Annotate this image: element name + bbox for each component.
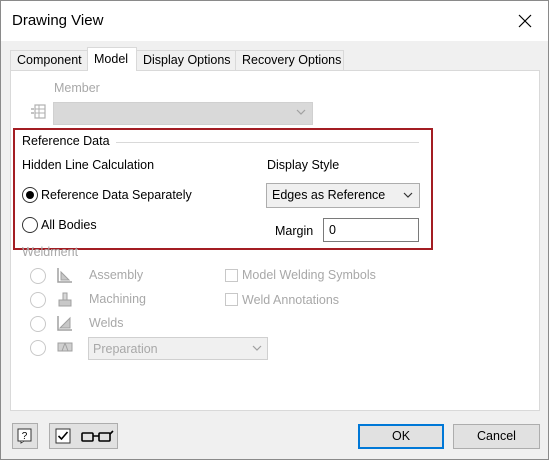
- reference-data-separately-radio[interactable]: [22, 187, 38, 203]
- margin-value: 0: [329, 223, 336, 237]
- preparation-value: Preparation: [93, 342, 158, 356]
- glasses-icon: [81, 430, 114, 442]
- tab-recovery-options[interactable]: Recovery Options: [235, 50, 344, 71]
- member-table-icon: [31, 104, 46, 119]
- chevron-down-icon: [252, 345, 262, 351]
- all-bodies-label[interactable]: All Bodies: [41, 218, 97, 232]
- display-style-select[interactable]: Edges as Reference: [266, 183, 420, 208]
- svg-text:?: ?: [22, 431, 28, 442]
- tab-model[interactable]: Model: [87, 47, 137, 71]
- window-title: Drawing View: [12, 12, 104, 29]
- weldment-machining-label: Machining: [89, 292, 146, 306]
- weldment-welds-radio[interactable]: [30, 316, 46, 332]
- model-welding-symbols-label: Model Welding Symbols: [242, 268, 376, 282]
- all-bodies-radio[interactable]: [22, 217, 38, 233]
- title-bar: Drawing View: [1, 1, 548, 41]
- preparation-select[interactable]: Preparation: [88, 337, 268, 360]
- help-button[interactable]: ?: [12, 423, 38, 449]
- weldment-welds-label: Welds: [89, 316, 124, 330]
- reference-data-separately-label[interactable]: Reference Data Separately: [41, 188, 192, 202]
- model-welding-symbols-checkbox[interactable]: [225, 269, 238, 282]
- close-icon: [518, 14, 532, 28]
- machining-icon: [58, 292, 72, 307]
- cancel-button[interactable]: Cancel: [453, 424, 540, 449]
- help-icon: ?: [17, 428, 32, 444]
- weldment-group-label: Weldment: [22, 245, 79, 259]
- weld-annotations-checkbox[interactable]: [225, 293, 238, 306]
- hidden-line-calculation-label: Hidden Line Calculation: [22, 158, 155, 172]
- welds-icon: [57, 316, 72, 331]
- assembly-icon: [57, 268, 72, 283]
- tab-component[interactable]: Component: [10, 50, 88, 71]
- weldment-machining-radio[interactable]: [30, 292, 46, 308]
- tab-display-options[interactable]: Display Options: [136, 50, 236, 71]
- preview-toggle-button[interactable]: [49, 423, 118, 449]
- close-button[interactable]: [502, 1, 548, 41]
- display-style-value: Edges as Reference: [272, 188, 386, 202]
- reference-data-group-label: Reference Data: [22, 134, 110, 148]
- weldment-assembly-radio[interactable]: [30, 268, 46, 284]
- reference-data-group-line: [116, 142, 419, 143]
- ok-button[interactable]: OK: [358, 424, 444, 449]
- preparation-icon: [57, 342, 73, 352]
- member-select[interactable]: [53, 102, 313, 125]
- weldment-preparation-radio[interactable]: [30, 340, 46, 356]
- member-label: Member: [54, 81, 100, 95]
- drawing-view-dialog: Drawing View Component Model Display Opt…: [0, 0, 549, 460]
- margin-input[interactable]: 0: [323, 218, 419, 242]
- chevron-down-icon: [296, 109, 306, 115]
- weld-annotations-label: Weld Annotations: [242, 293, 340, 307]
- margin-label: Margin: [275, 224, 314, 238]
- display-style-label: Display Style: [267, 158, 340, 172]
- checkmark-icon: [55, 428, 71, 444]
- weldment-assembly-label: Assembly: [89, 268, 144, 282]
- chevron-down-icon: [403, 192, 413, 198]
